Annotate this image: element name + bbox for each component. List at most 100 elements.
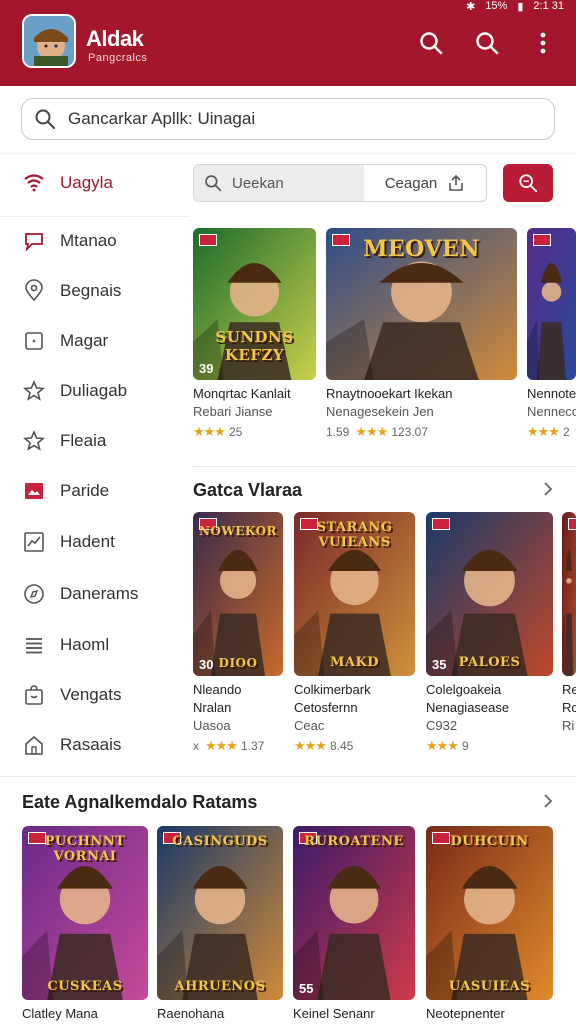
cover-title-art: PUCHNNT VORNAI (44, 834, 126, 864)
search-filter-icon (519, 174, 538, 193)
game-cover-image[interactable]: STARANG VUIEANS MAKD (294, 512, 415, 676)
sidebar-item-6[interactable]: Fleaia (22, 426, 106, 456)
sidebar-item-10[interactable]: Haoml (22, 630, 109, 660)
rating-value: 9 (461, 739, 469, 753)
game-cover-image[interactable] (562, 512, 576, 676)
game-cover-image[interactable]: NOWEKOR DIOO 30 (193, 512, 283, 676)
cover-bottom-art: MAKD (329, 655, 380, 670)
app-subtitle: Pangcralcs (88, 52, 148, 64)
cover-title-art: RUROATENE (304, 834, 404, 849)
game-cover-image[interactable]: PALOES 35 (426, 512, 553, 676)
sidebar-item-2[interactable]: Mtanao (22, 226, 117, 256)
game-cover-image[interactable]: PUCHNNT VORNAI CUSKEAS (22, 826, 148, 1000)
game-rating: 1.59 ★★★ 123.07 (326, 424, 428, 440)
home-icon (22, 733, 46, 757)
game-cover-image[interactable]: MEOVEN (326, 228, 517, 380)
app-logo[interactable] (22, 14, 76, 68)
cover-number: 39 (199, 361, 214, 376)
game-name[interactable]: Raenohana (157, 1006, 224, 1021)
game-cover-image[interactable]: DUHCUIN UASUIEAS (426, 826, 553, 1000)
game-name[interactable]: Rnaytnooekart Ikekan (326, 386, 452, 401)
image-icon (22, 479, 46, 503)
game-name[interactable]: Colelgoakeia (426, 682, 501, 697)
sidebar-item-3[interactable]: Begnais (22, 276, 121, 306)
sidebar-item-label: Mtanao (60, 231, 117, 250)
sidebar-item-label: Danerams (60, 584, 139, 603)
game-name[interactable]: Neotepnenter (426, 1006, 505, 1021)
cover-number: 30 (199, 657, 214, 672)
sidebar-item-label: Uagyla (60, 173, 113, 192)
list-icon (22, 633, 46, 657)
star-icon (22, 429, 46, 453)
cover-title-art: DUHCUIN (450, 834, 529, 849)
cover-title-art: NOWEKOR (198, 524, 278, 538)
cover-title-art: CASINGUDS (172, 834, 268, 849)
search-input[interactable]: Gancarkar Apllk: Uinagai (21, 98, 555, 140)
game-developer: Ri (562, 718, 575, 733)
cover-bottom-art: UASUIEAS (448, 979, 531, 994)
chevron-right-icon[interactable] (541, 794, 555, 808)
game-developer: Nenagesekein Jen (326, 404, 434, 419)
search-icon (35, 109, 55, 129)
status-bar: ✱ 15% ▮ 2:1 31 (466, 0, 564, 13)
star-outline-icon (22, 379, 46, 403)
cover-title-art: STARANG VUIEANS (316, 520, 393, 550)
filter-search[interactable]: Ueekan (194, 165, 364, 201)
sidebar-item-9[interactable]: Danerams (22, 579, 138, 609)
game-name[interactable]: Re (562, 682, 576, 697)
rating-badge (432, 518, 450, 530)
cover-bottom-art: CUSKEAS (47, 979, 123, 994)
rating-value: 123.07 (391, 425, 429, 439)
chart-icon (22, 530, 46, 554)
rating-value: 1.37 (240, 739, 265, 753)
upload-icon (449, 174, 464, 191)
game-cover-image[interactable]: RUROATENE 55 (293, 826, 415, 1000)
game-name[interactable]: Clatley Mana (22, 1006, 98, 1021)
rating-prefix: x (193, 739, 199, 753)
filter-sort[interactable]: Ceagan (364, 165, 486, 201)
filter-search-label: Ueekan (232, 174, 284, 192)
search-icon-secondary[interactable] (474, 30, 500, 56)
cover-bottom-art: PALOES (458, 655, 521, 670)
game-developer: Uasoa (193, 718, 231, 733)
search-icon[interactable] (418, 30, 444, 56)
cover-number: 35 (432, 657, 447, 672)
bag-icon (22, 683, 46, 707)
sidebar-item-8[interactable]: Hadent (22, 527, 115, 557)
game-name[interactable]: Keinel Senanr (293, 1006, 375, 1021)
sidebar-item-label: Begnais (60, 281, 122, 300)
game-name-line2: Cetosfernn (294, 700, 358, 715)
game-cover-image[interactable]: CASINGUDS AHRUENOS (157, 826, 283, 1000)
sidebar-item-5[interactable]: Duliagab (22, 376, 127, 406)
sidebar-item-11[interactable]: Vengats (22, 680, 121, 710)
sidebar-item-1[interactable]: Uagyla (22, 168, 113, 198)
sidebar-item-label: Magar (60, 331, 109, 350)
game-developer: C932 (426, 718, 458, 733)
sidebar-item-label: Fleaia (60, 431, 107, 450)
sidebar-item-12[interactable]: Rasaais (22, 730, 121, 760)
wifi-icon (22, 171, 46, 195)
more-vert-icon[interactable] (530, 30, 556, 56)
sidebar-item-4[interactable]: Magar (22, 326, 108, 356)
game-cover-image[interactable]: SUNDNS KEFZY 39 (193, 228, 316, 380)
sidebar-divider (0, 216, 190, 217)
filter-button[interactable] (503, 164, 553, 202)
app-bar: ✱ 15% ▮ 2:1 31 Aldak Pangcralcs (0, 0, 576, 86)
game-name-line2: Nralan (193, 700, 232, 715)
star-rating-icon: ★★★ (294, 738, 327, 753)
sidebar-item-label: Rasaais (60, 735, 122, 754)
sidebar-item-label: Paride (60, 481, 110, 500)
game-name[interactable]: Nleando (193, 682, 241, 697)
chevron-right-icon[interactable] (541, 482, 555, 496)
compass-icon (22, 582, 46, 606)
game-name[interactable]: Colkimerbark (294, 682, 371, 697)
clock: 2:1 31 (533, 0, 564, 12)
game-name[interactable]: Monqrtac Kanlait (193, 386, 291, 401)
game-name[interactable]: Nennote (527, 386, 576, 401)
game-developer: Rebari Jianse (193, 404, 273, 419)
search-placeholder: Gancarkar Apllk: Uinagai (68, 109, 256, 128)
sidebar-item-7[interactable]: Paride (22, 476, 109, 506)
cover-title-art: MEOVEN (363, 236, 480, 262)
game-rating: ★★★ 8.45 (294, 738, 353, 754)
game-cover-image[interactable] (527, 228, 576, 380)
